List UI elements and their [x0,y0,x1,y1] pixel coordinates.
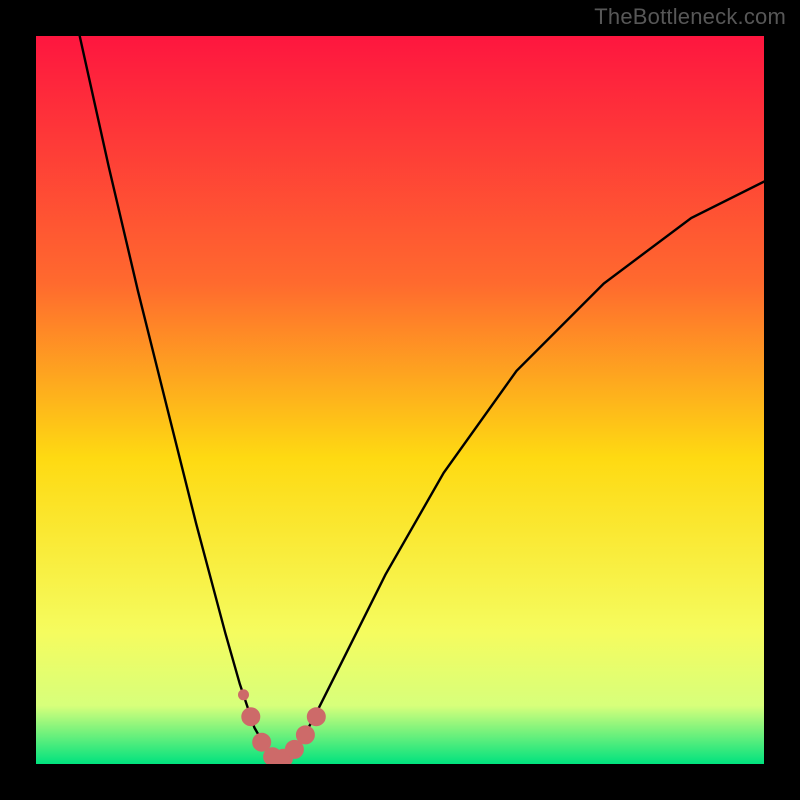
optimum-marker [296,726,314,744]
optimum-marker [239,690,249,700]
optimum-marker [242,708,260,726]
optimum-marker [307,708,325,726]
chart-frame: TheBottleneck.com [0,0,800,800]
watermark-text: TheBottleneck.com [594,4,786,30]
gradient-background [36,36,764,764]
bottleneck-curve-chart [36,36,764,764]
plot-area [36,36,764,764]
